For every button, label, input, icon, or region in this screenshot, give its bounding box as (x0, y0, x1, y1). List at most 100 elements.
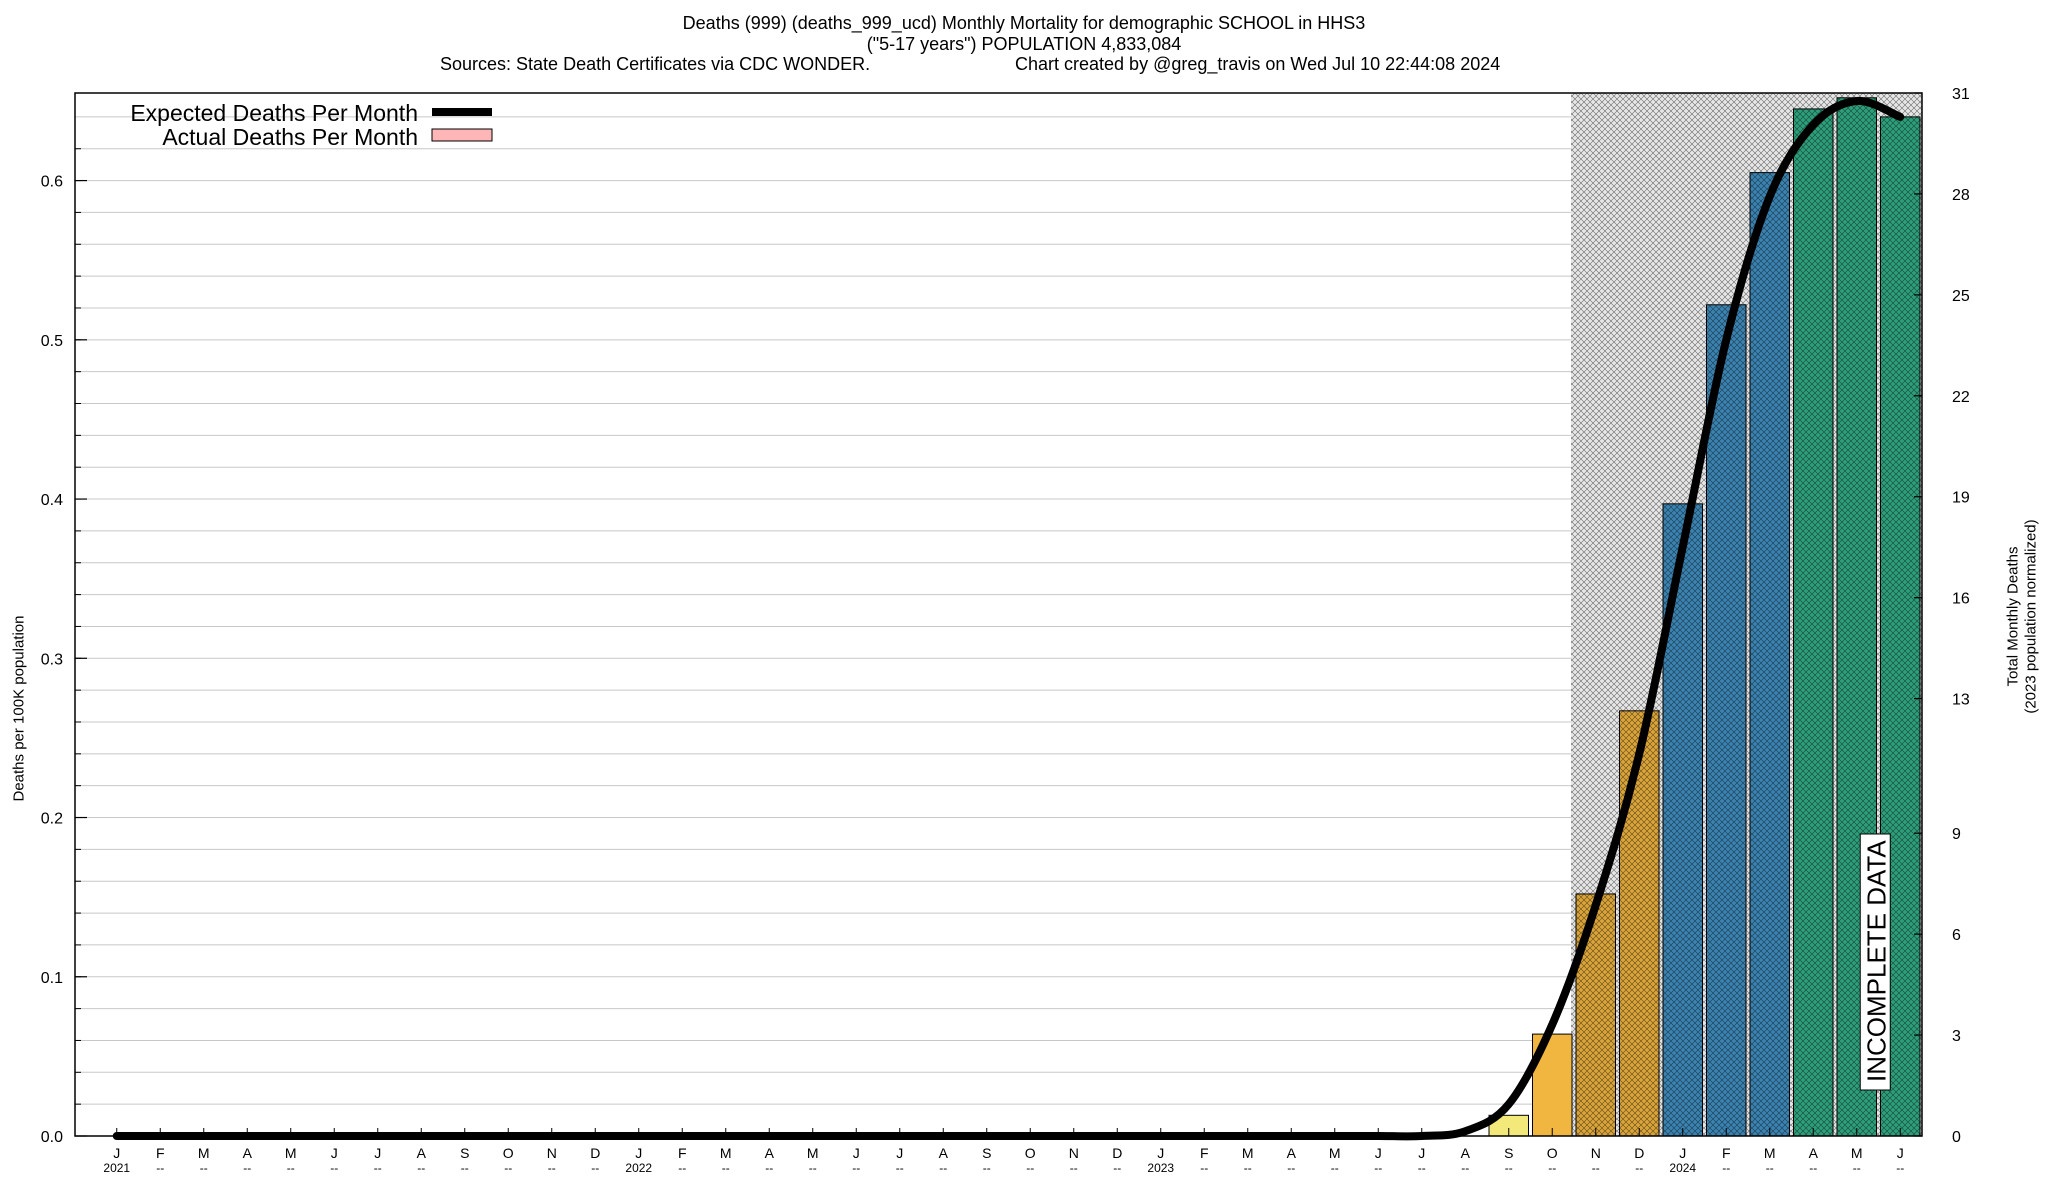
x-year-label: -- (1070, 1161, 1078, 1175)
y-tick-label: 0.3 (41, 651, 63, 668)
x-month-label: F (678, 1145, 687, 1161)
x-year-label: -- (1200, 1161, 1208, 1175)
x-month-label: A (1461, 1145, 1471, 1161)
x-year-label: -- (1896, 1161, 1904, 1175)
x-year-label: -- (200, 1161, 208, 1175)
x-month-label: O (1547, 1145, 1558, 1161)
x-month-label: A (1809, 1145, 1819, 1161)
x-year-label: -- (1722, 1161, 1730, 1175)
chart-legend: Expected Deaths Per Month Actual Deaths … (130, 100, 493, 150)
x-month-label: J (853, 1145, 860, 1161)
y-tick-label: 0.4 (41, 492, 63, 509)
y2-tick-label: 31 (1952, 86, 1970, 103)
x-year-label: -- (722, 1161, 730, 1175)
y2-tick-label: 6 (1952, 927, 1961, 944)
chart-gridlines (75, 116, 1571, 1105)
y-tick-label: 0.0 (41, 1129, 63, 1146)
legend-actual-label: Actual Deaths Per Month (162, 124, 418, 150)
y2-tick-label: 19 (1952, 490, 1970, 507)
x-year-label: -- (417, 1161, 425, 1175)
x-month-label: M (198, 1145, 210, 1161)
y2-tick-label: 9 (1952, 826, 1961, 843)
x-month-label: M (285, 1145, 297, 1161)
x-month-label: F (156, 1145, 165, 1161)
x-year-label: -- (287, 1161, 295, 1175)
bar-hatch (1750, 172, 1790, 1137)
y2-tick-label: 3 (1952, 1028, 1961, 1045)
x-year-label: -- (1635, 1161, 1643, 1175)
y2-tick-label: 28 (1952, 187, 1970, 204)
x-year-label: -- (1374, 1161, 1382, 1175)
x-year-label: -- (591, 1161, 599, 1175)
y2-tick-label: 25 (1952, 288, 1970, 305)
x-month-label: O (503, 1145, 514, 1161)
y2-axis-label-line2: (2023 population normalized) (2022, 519, 2040, 714)
x-month-label: J (113, 1145, 120, 1161)
x-year-label: -- (939, 1161, 947, 1175)
bar-hatch (1576, 893, 1616, 1136)
x-year-label: -- (1505, 1161, 1513, 1175)
x-year-label: -- (809, 1161, 817, 1175)
x-month-label: N (1069, 1145, 1079, 1161)
x-year-label: -- (243, 1161, 251, 1175)
bar-hatch (1793, 108, 1833, 1136)
x-month-label: M (720, 1145, 732, 1161)
x-month-label: S (1504, 1145, 1513, 1161)
y2-tick-label: 16 (1952, 591, 1970, 608)
x-month-label: M (807, 1145, 819, 1161)
incomplete-data-label: INCOMPLETE DATA (1861, 840, 1891, 1082)
x-year-label: -- (1809, 1161, 1817, 1175)
x-year-label: 2024 (1669, 1161, 1696, 1175)
y2-tick-label: 0 (1952, 1129, 1961, 1146)
x-year-label: -- (1418, 1161, 1426, 1175)
x-month-label: M (1764, 1145, 1776, 1161)
x-year-label: -- (330, 1161, 338, 1175)
y-tick-label: 0.5 (41, 333, 63, 350)
x-month-label: J (1418, 1145, 1425, 1161)
x-year-label: -- (1026, 1161, 1034, 1175)
chart-canvas: 0.0 0.1 0.2 0.3 0.4 0.5 0.6 0 3 6 9 13 16 19 22 25 28 31 J… (41, 86, 1970, 1175)
bar-hatch (1619, 710, 1659, 1136)
x-month-label: N (1591, 1145, 1601, 1161)
x-month-label: J (331, 1145, 338, 1161)
x-year-label: -- (156, 1161, 164, 1175)
x-year-label: -- (548, 1161, 556, 1175)
x-month-label: D (1634, 1145, 1644, 1161)
y2-tick-label: 13 (1952, 692, 1970, 709)
x-month-label: S (460, 1145, 469, 1161)
y2-tick-label: 22 (1952, 389, 1970, 406)
x-year-label: -- (1331, 1161, 1339, 1175)
y-tick-label: 0.2 (41, 811, 63, 828)
bar-hatch (1706, 304, 1746, 1136)
x-month-label: A (939, 1145, 949, 1161)
x-month-label: O (1025, 1145, 1036, 1161)
y-tick-label: 0.6 (41, 174, 63, 191)
x-month-label: M (1242, 1145, 1254, 1161)
x-year-label: 2022 (625, 1161, 652, 1175)
y2-axis-label-line1: Total Monthly Deaths (2004, 546, 2022, 687)
x-year-label: -- (1113, 1161, 1121, 1175)
legend-expected-label: Expected Deaths Per Month (130, 100, 418, 126)
x-month-label: F (1200, 1145, 1209, 1161)
x-year-label: -- (374, 1161, 382, 1175)
x-month-label: J (1679, 1145, 1686, 1161)
x-year-label: -- (1461, 1161, 1469, 1175)
x-month-label: M (1851, 1145, 1863, 1161)
x-month-label: A (417, 1145, 427, 1161)
x-month-label: D (590, 1145, 600, 1161)
x-month-label: N (547, 1145, 557, 1161)
x-year-label: -- (1287, 1161, 1295, 1175)
x-year-label: -- (1592, 1161, 1600, 1175)
x-year-label: -- (504, 1161, 512, 1175)
x-month-label: M (1329, 1145, 1341, 1161)
x-month-label: J (1157, 1145, 1164, 1161)
x-year-label: -- (461, 1161, 469, 1175)
x-month-label: D (1112, 1145, 1122, 1161)
x-year-label: -- (983, 1161, 991, 1175)
x-year-label: -- (1853, 1161, 1861, 1175)
x-month-label: F (1722, 1145, 1731, 1161)
legend-actual-swatch (431, 128, 493, 142)
x-month-label: J (1375, 1145, 1382, 1161)
x-year-label: -- (1548, 1161, 1556, 1175)
x-year-label: -- (678, 1161, 686, 1175)
